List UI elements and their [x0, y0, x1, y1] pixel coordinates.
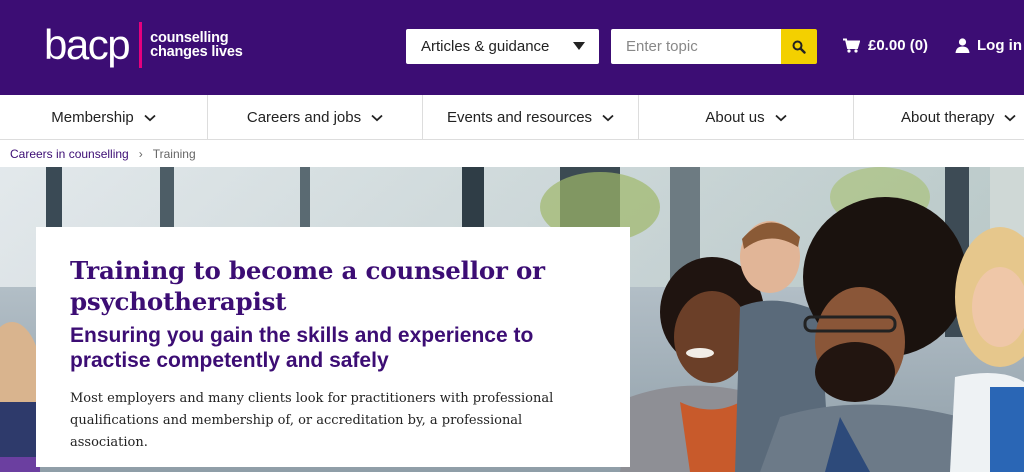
- nav-item-about-therapy[interactable]: About therapy: [854, 95, 1024, 140]
- login-label: Log in: [977, 37, 1022, 54]
- chevron-down-icon: [774, 114, 787, 121]
- chevron-down-icon: [144, 114, 156, 121]
- basket-link[interactable]: £0.00 (0): [843, 37, 928, 54]
- search-icon: [792, 40, 806, 54]
- basket-icon: [843, 38, 860, 53]
- chevron-down-icon: [602, 114, 614, 121]
- basket-total: £0.00 (0): [868, 37, 929, 54]
- site-header: bacp counselling changes lives Articles …: [0, 0, 1024, 95]
- chevron-down-icon: [1004, 114, 1017, 121]
- search-input[interactable]: [611, 29, 782, 64]
- intro-paragraph: Most employers and many clients look for…: [70, 391, 554, 450]
- user-icon: [955, 38, 970, 53]
- nav-item-label: Events and resources: [446, 109, 593, 126]
- nav-item-careers-jobs[interactable]: Careers and jobs: [208, 95, 423, 140]
- logo-wordmark: bacp: [44, 21, 131, 68]
- page-title: Training to become a counsellor or psych…: [70, 256, 545, 316]
- nav-item-label: About us: [705, 109, 765, 126]
- breadcrumb-separator: ›: [138, 147, 143, 161]
- hero-banner: Training to become a counsellor or psych…: [0, 167, 1024, 472]
- nav-item-label: About therapy: [901, 109, 995, 126]
- nav-item-label: Careers and jobs: [246, 109, 362, 126]
- main-nav: Membership Careers and jobs Events and r…: [0, 95, 1024, 140]
- tagline-line-2: changes lives: [150, 44, 243, 60]
- search-button[interactable]: [781, 29, 817, 64]
- chevron-down-icon: [371, 114, 383, 121]
- nav-item-membership[interactable]: Membership: [0, 95, 208, 140]
- articles-guidance-dropdown[interactable]: Articles & guidance: [406, 29, 599, 64]
- bacp-logo[interactable]: bacp counselling changes lives: [44, 20, 243, 70]
- login-link[interactable]: Log in: [955, 37, 1022, 54]
- page-subtitle: Ensuring you gain the skills and experie…: [70, 324, 534, 372]
- nav-item-about-us[interactable]: About us: [639, 95, 854, 140]
- breadcrumb: Careers in counselling › Training: [10, 147, 196, 161]
- logo-divider: [139, 22, 143, 68]
- articles-guidance-label: Articles & guidance: [421, 38, 550, 55]
- hero-content-card: Training to become a counsellor or psych…: [36, 227, 630, 467]
- breadcrumb-link-careers[interactable]: Careers in counselling: [10, 147, 129, 161]
- caret-down-icon: [573, 42, 585, 50]
- logo-tagline: counselling changes lives: [150, 31, 243, 60]
- nav-item-label: Membership: [51, 109, 134, 126]
- breadcrumb-current: Training: [152, 147, 196, 161]
- nav-item-events-resources[interactable]: Events and resources: [423, 95, 639, 140]
